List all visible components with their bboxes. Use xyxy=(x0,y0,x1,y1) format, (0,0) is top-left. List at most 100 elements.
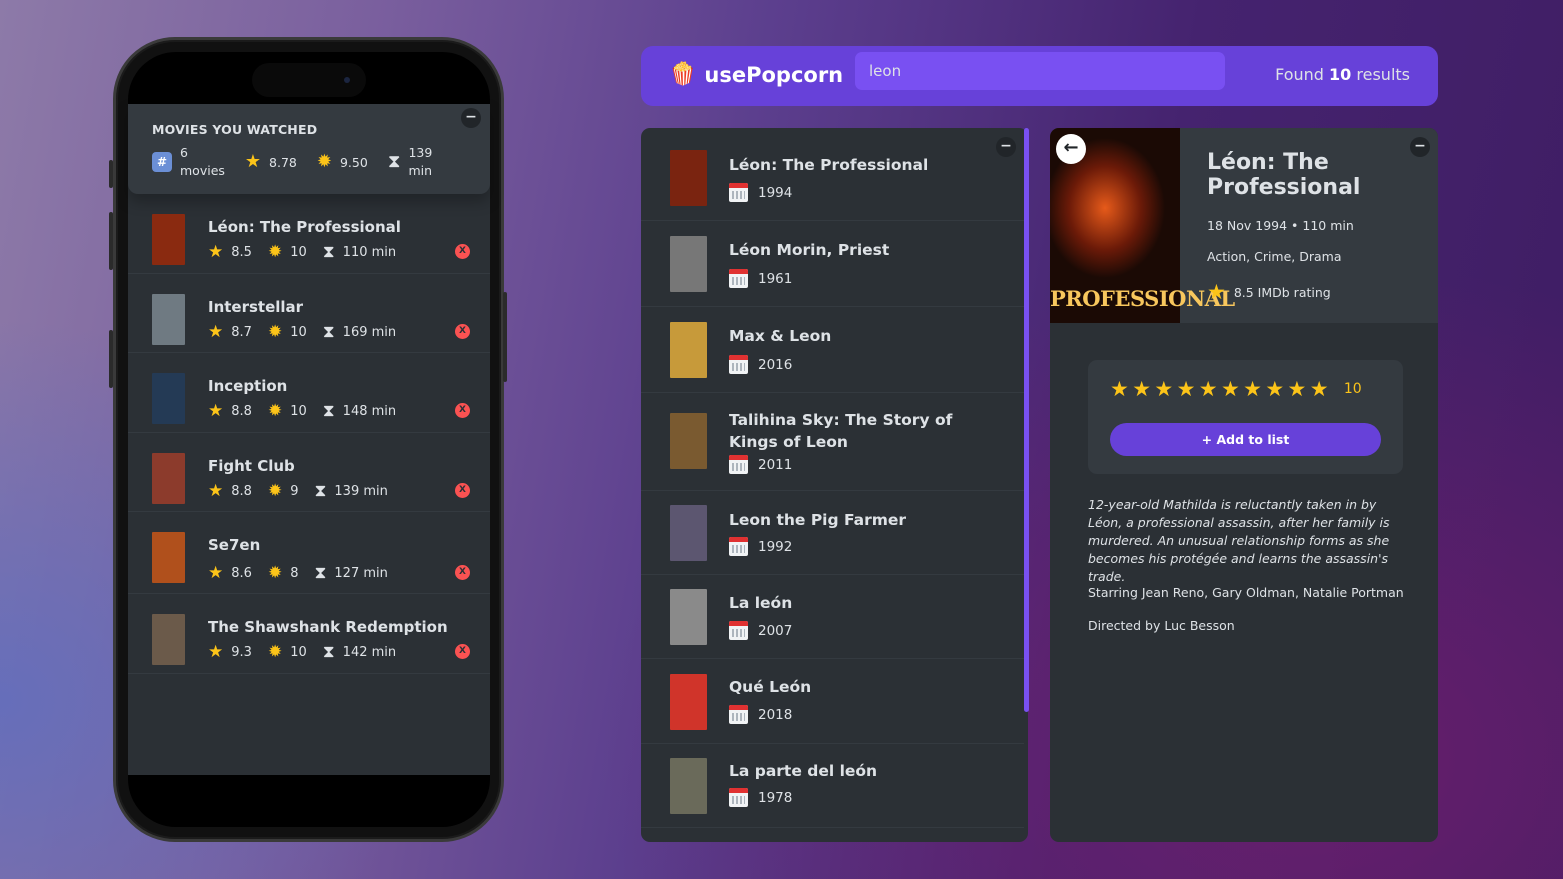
result-item[interactable]: Léon: The Professional 1994 xyxy=(641,128,1024,221)
result-title: La parte del león xyxy=(729,762,878,780)
result-item[interactable]: Max & Leon 2016 xyxy=(641,307,1024,393)
rating-star-9[interactable]: ★ xyxy=(1288,376,1310,402)
logo: 🍿 usePopcorn xyxy=(669,62,843,87)
runtime: 142 min xyxy=(342,645,397,660)
result-item[interactable]: Léon Morin, Priest 1961 xyxy=(641,221,1024,307)
watched-item-title: Interstellar xyxy=(208,297,304,316)
details-genre: Action, Crime, Drama xyxy=(1207,249,1342,264)
watched-item[interactable]: Léon: The Professional ★ 8.5 ✹ 10 ⧗ 110 min… xyxy=(128,194,490,274)
summary-runtime-unit: min xyxy=(408,163,433,178)
rating-star-2[interactable]: ★ xyxy=(1132,376,1154,402)
sparkle-star-icon: ✹ xyxy=(267,563,283,583)
poster-text: PROFESSIONAL xyxy=(1050,286,1235,311)
result-year: 1961 xyxy=(729,269,792,288)
details-release-runtime: 18 Nov 1994 • 110 min xyxy=(1207,218,1354,233)
camera-icon xyxy=(344,77,350,83)
result-item[interactable]: La parte del león 1978 xyxy=(641,744,1024,828)
collapse-watched-button[interactable]: − xyxy=(461,108,481,128)
result-year: 2018 xyxy=(729,705,792,724)
delete-button[interactable]: X xyxy=(455,403,470,418)
hash-icon: # xyxy=(152,152,172,172)
rating-star-10[interactable]: ★ xyxy=(1310,376,1332,402)
back-button[interactable]: ← xyxy=(1056,134,1086,164)
result-item[interactable]: Talihina Sky: The Story of Kings of Leon… xyxy=(641,393,1024,491)
movie-poster xyxy=(152,214,185,265)
rating-star-8[interactable]: ★ xyxy=(1265,376,1287,402)
result-title: Léon Morin, Priest xyxy=(729,241,890,259)
hourglass-icon: ⧗ xyxy=(314,480,327,501)
delete-button[interactable]: X xyxy=(455,323,470,339)
calendar-icon xyxy=(729,455,748,474)
watched-app: Movies you watched − # 6 movies ★ 8.78 ✹ … xyxy=(128,104,490,775)
star-icon: ★ xyxy=(208,321,224,342)
summary-user-rating: ✹ 9.50 xyxy=(317,153,368,171)
sparkle-star-icon: ✹ xyxy=(267,321,283,342)
user-rating: 8 xyxy=(290,566,299,581)
imdb-rating: 8.8 xyxy=(231,483,252,499)
popcorn-icon: 🍿 xyxy=(669,62,697,87)
rating-star-7[interactable]: ★ xyxy=(1243,376,1265,402)
dynamic-island xyxy=(252,63,366,97)
result-year: 1994 xyxy=(729,183,792,202)
movie-poster xyxy=(670,674,707,730)
rating-star-6[interactable]: ★ xyxy=(1221,376,1243,402)
summary-imdb-value: 8.78 xyxy=(269,154,297,170)
details-title: Léon: The Professional xyxy=(1207,150,1361,200)
movie-poster xyxy=(152,373,185,424)
watched-item-title: Se7en xyxy=(208,536,261,554)
watched-item-title: The Shawshank Redemption xyxy=(208,618,448,636)
result-title: La león xyxy=(729,594,793,612)
summary-user-value: 9.50 xyxy=(339,154,368,170)
watched-item[interactable]: Fight Club ★ 8.8 ✹ 9 ⧗ 139 min X xyxy=(128,433,490,512)
details-header: PROFESSIONAL ← Léon: The Professional 18… xyxy=(1050,128,1438,323)
result-item[interactable]: Qué León 2018 xyxy=(641,659,1024,744)
star-icon: ★ xyxy=(208,480,224,501)
watched-item-title: Fight Club xyxy=(208,456,295,475)
add-to-list-button[interactable]: + Add to list xyxy=(1110,423,1381,456)
imdb-rating: 9.3 xyxy=(231,645,252,660)
imdb-rating: 8.8 xyxy=(231,404,252,419)
delete-button[interactable]: X xyxy=(455,644,470,659)
result-title: Max & Leon xyxy=(729,327,832,345)
details-plot: 12-year-old Mathilda is reluctantly take… xyxy=(1088,497,1390,584)
rating-star-1[interactable]: ★ xyxy=(1110,376,1132,402)
delete-button[interactable]: X xyxy=(455,244,470,259)
result-year: 2016 xyxy=(729,355,792,374)
hourglass-icon: ⧗ xyxy=(322,242,335,262)
result-year: 1992 xyxy=(729,537,792,556)
close-details-button[interactable]: − xyxy=(1410,137,1430,157)
watched-item[interactable]: The Shawshank Redemption ★ 9.3 ✹ 10 ⧗ 142 m… xyxy=(128,594,490,674)
watched-item[interactable]: Inception ★ 8.8 ✹ 10 ⧗ 148 min X xyxy=(128,353,490,433)
calendar-icon xyxy=(729,537,748,556)
logo-text: usePopcorn xyxy=(704,62,844,87)
result-item[interactable]: Leon the Pig Farmer 1992 xyxy=(641,491,1024,575)
runtime: 139 min xyxy=(334,483,388,499)
star-rating: ★ ★ ★ ★ ★ ★ ★ ★ ★ ★ 10 xyxy=(1110,376,1362,402)
results-scrollbar[interactable] xyxy=(1024,128,1029,712)
delete-button[interactable]: X xyxy=(455,482,470,498)
calendar-icon xyxy=(729,269,748,288)
phone-volume-up-button xyxy=(109,212,113,270)
delete-button[interactable]: X xyxy=(455,565,470,580)
phone-power-button xyxy=(503,292,507,382)
watched-item[interactable]: Interstellar ★ 8.7 ✹ 10 ⧗ 169 min X xyxy=(128,274,490,353)
calendar-icon xyxy=(729,705,748,724)
search-input[interactable] xyxy=(855,52,1225,90)
rating-star-4[interactable]: ★ xyxy=(1177,376,1199,402)
rating-star-5[interactable]: ★ xyxy=(1199,376,1221,402)
summary-movies: # 6 movies xyxy=(152,144,225,180)
rating-star-3[interactable]: ★ xyxy=(1154,376,1176,402)
watched-item[interactable]: Se7en ★ 8.6 ✹ 8 ⧗ 127 min X xyxy=(128,512,490,594)
imdb-rating: 8.6 xyxy=(231,566,252,581)
rating-value: 10 xyxy=(1343,381,1362,397)
user-rating: 9 xyxy=(290,483,299,499)
results-count-number: 10 xyxy=(1329,65,1352,84)
search-results-box: − Léon: The Professional 1994 Léon Morin… xyxy=(641,128,1028,842)
user-rating: 10 xyxy=(290,324,307,340)
result-item[interactable]: La león 2007 xyxy=(641,575,1024,659)
movie-poster xyxy=(152,532,185,583)
star-icon: ★ xyxy=(208,242,224,262)
user-rating: 10 xyxy=(290,645,307,660)
summary-movies-label: movies xyxy=(180,163,225,178)
calendar-icon xyxy=(729,788,748,807)
